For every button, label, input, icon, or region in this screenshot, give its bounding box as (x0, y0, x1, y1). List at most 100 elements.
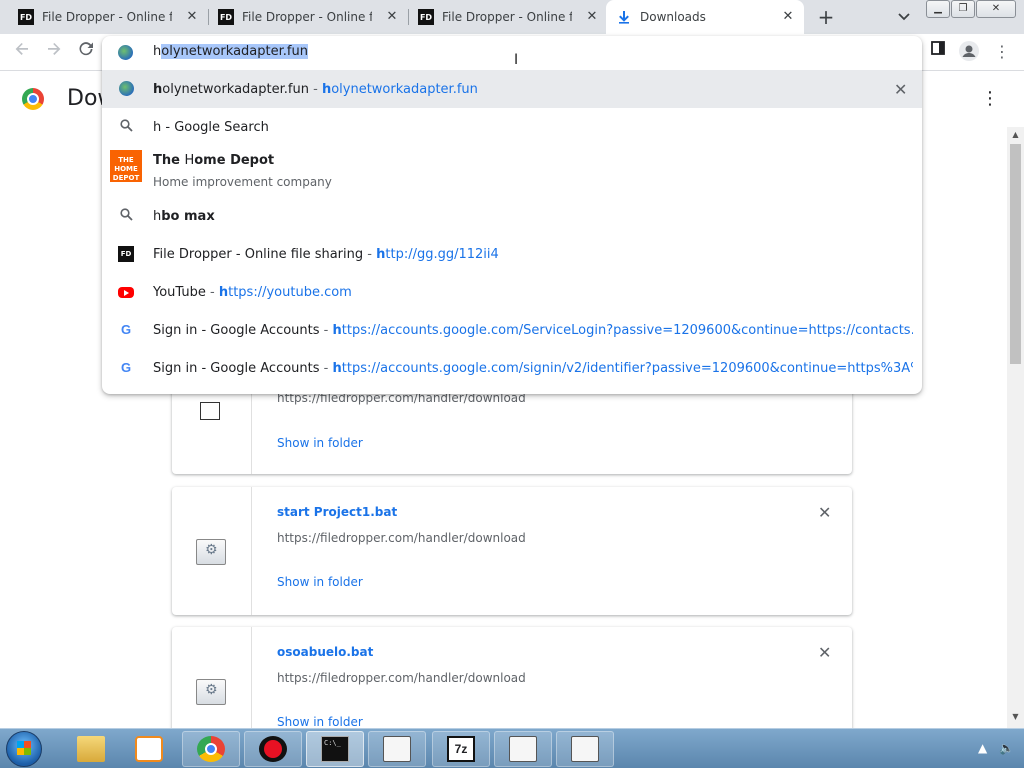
volume-icon[interactable]: 🔈 (999, 741, 1014, 755)
taskbar-folder[interactable] (494, 731, 552, 767)
record-icon (259, 736, 287, 762)
window-close-button[interactable]: ✕ (976, 0, 1016, 18)
show-in-folder-link[interactable]: Show in folder (277, 575, 363, 589)
home-depot-logo: THE HOME DEPOT (110, 150, 142, 182)
download-url: https://filedropper.com/handler/download (277, 531, 526, 545)
taskbar-7zip[interactable]: 7z (432, 731, 490, 767)
taskbar-recorder[interactable] (244, 731, 302, 767)
file-icon (200, 402, 220, 420)
globe-icon (118, 45, 133, 60)
file-dropper-favicon: FD (218, 9, 234, 25)
folder-icon (509, 736, 537, 762)
browser-menu-icon[interactable]: ⋮ (991, 41, 1013, 63)
restore-button[interactable]: ❐ (951, 0, 975, 18)
show-in-folder-link[interactable]: Show in folder (277, 715, 363, 729)
system-tray: ▲ 🔈 (978, 741, 1014, 755)
reload-icon[interactable] (74, 40, 98, 64)
start-button[interactable] (6, 731, 42, 767)
folder-icon (383, 736, 411, 762)
scrollbar-thumb[interactable] (1010, 144, 1021, 364)
forward-arrow-icon[interactable] (42, 40, 66, 64)
tab-search-chevron-icon[interactable] (895, 8, 913, 26)
suggestion-holynetworkadapter[interactable]: holynetworkadapter.fun - holynetworkadap… (102, 70, 922, 108)
google-icon: G (120, 360, 132, 375)
typed-text: h (153, 44, 162, 59)
more-actions-icon[interactable]: ⋮ (980, 88, 1000, 110)
tab-close-icon[interactable]: ✕ (584, 9, 600, 25)
file-dropper-favicon: FD (418, 9, 434, 25)
tab-title: File Dropper - Online file (242, 10, 372, 24)
chrome-icon (197, 736, 225, 762)
show-hidden-icons-icon[interactable]: ▲ (978, 741, 987, 755)
remove-download-close-icon[interactable]: ✕ (818, 643, 831, 662)
taskbar-command-prompt[interactable]: C:\_ (306, 731, 364, 767)
suggestion-text: h - Google Search (153, 119, 269, 135)
suggestion-text: File Dropper - Online file sharing - htt… (153, 246, 499, 262)
taskbar-folder[interactable] (368, 731, 426, 767)
suggestion-google-accounts-1[interactable]: G Sign in - Google Accounts - https://ac… (102, 311, 922, 349)
remove-download-close-icon[interactable]: ✕ (818, 503, 831, 522)
tab-close-icon[interactable]: ✕ (184, 9, 200, 25)
command-prompt-icon: C:\_ (321, 736, 349, 762)
suggestion-subtitle: Home improvement company (153, 175, 332, 189)
remove-suggestion-close-icon[interactable]: ✕ (894, 80, 907, 99)
suggestion-file-dropper[interactable]: FD File Dropper - Online file sharing - … (102, 235, 922, 273)
folder-icon (571, 736, 599, 762)
autocomplete-selection: olynetworkadapter.fun (161, 44, 308, 59)
tab-title: Downloads (640, 10, 706, 24)
taskbar-media-player[interactable] (120, 731, 178, 767)
windows-explorer-icon (77, 736, 105, 762)
show-in-folder-link[interactable]: Show in folder (277, 436, 363, 450)
tab-downloads[interactable]: Downloads ✕ (606, 0, 804, 34)
tab-title: File Dropper - Online file (442, 10, 572, 24)
suggestion-youtube[interactable]: YouTube - https://youtube.com (102, 273, 922, 311)
batch-file-icon (196, 679, 226, 705)
suggestion-text: Sign in - Google Accounts - https://acco… (153, 322, 913, 338)
side-panel-icon[interactable] (927, 41, 949, 63)
profile-avatar-icon[interactable] (958, 41, 980, 63)
download-file-name[interactable]: start Project1.bat (277, 505, 397, 519)
suggestion-text: hbo max (153, 208, 215, 224)
search-icon (118, 119, 134, 135)
download-url: https://filedropper.com/handler/download (277, 671, 526, 685)
taskbar-chrome[interactable] (182, 731, 240, 767)
suggestion-google-accounts-2[interactable]: G Sign in - Google Accounts - https://ac… (102, 349, 922, 387)
suggestion-text: YouTube - https://youtube.com (153, 284, 352, 300)
batch-file-icon (196, 539, 226, 565)
minimize-button[interactable]: ▁ (926, 0, 950, 18)
download-icon (616, 9, 632, 25)
file-dropper-favicon: FD (18, 9, 34, 25)
tab-close-icon[interactable]: ✕ (384, 9, 400, 25)
taskbar-folder[interactable] (556, 731, 614, 767)
suggestion-text: Sign in - Google Accounts - https://acco… (153, 360, 913, 376)
chrome-logo-icon (22, 88, 44, 110)
omnibox-dropdown: holynetworkadapter.fun I holynetworkadap… (102, 36, 922, 394)
suggestion-google-search[interactable]: h - Google Search (102, 108, 922, 146)
file-dropper-favicon: FD (118, 246, 134, 262)
scroll-down-icon[interactable]: ▼ (1010, 712, 1021, 724)
address-input[interactable]: holynetworkadapter.fun (153, 44, 308, 59)
taskbar-windows-explorer[interactable] (62, 731, 120, 767)
suggestion-hbo-max[interactable]: hbo max (102, 197, 922, 235)
tab-file-dropper-1[interactable]: FD File Dropper - Online file ✕ (8, 0, 208, 34)
windows-taskbar: C:\_ 7z ▲ 🔈 (0, 728, 1024, 768)
address-bar[interactable]: holynetworkadapter.fun I (102, 36, 922, 68)
text-cursor-icon: I (514, 52, 519, 68)
download-item: start Project1.bat https://filedropper.c… (172, 487, 852, 615)
download-file-name[interactable]: osoabuelo.bat (277, 645, 373, 659)
tab-close-icon[interactable]: ✕ (780, 9, 796, 25)
media-player-icon (135, 736, 163, 762)
google-icon: G (120, 322, 132, 337)
new-tab-button[interactable]: + (814, 5, 838, 29)
tab-file-dropper-2[interactable]: FD File Dropper - Online file ✕ (208, 0, 408, 34)
tab-strip: FD File Dropper - Online file ✕ FD File … (0, 0, 1024, 34)
youtube-icon (118, 286, 134, 298)
search-icon (118, 208, 134, 224)
tab-title: File Dropper - Online file (42, 10, 172, 24)
tab-file-dropper-3[interactable]: FD File Dropper - Online file ✕ (408, 0, 608, 34)
page-scrollbar[interactable]: ▲ ▼ (1007, 127, 1024, 728)
back-arrow-icon[interactable] (10, 40, 34, 64)
window-controls: ▁ ❐ ✕ (926, 0, 1017, 18)
scroll-up-icon[interactable]: ▲ (1010, 130, 1021, 142)
suggestion-home-depot[interactable]: THE HOME DEPOT The Home Depot Home impro… (102, 146, 922, 198)
